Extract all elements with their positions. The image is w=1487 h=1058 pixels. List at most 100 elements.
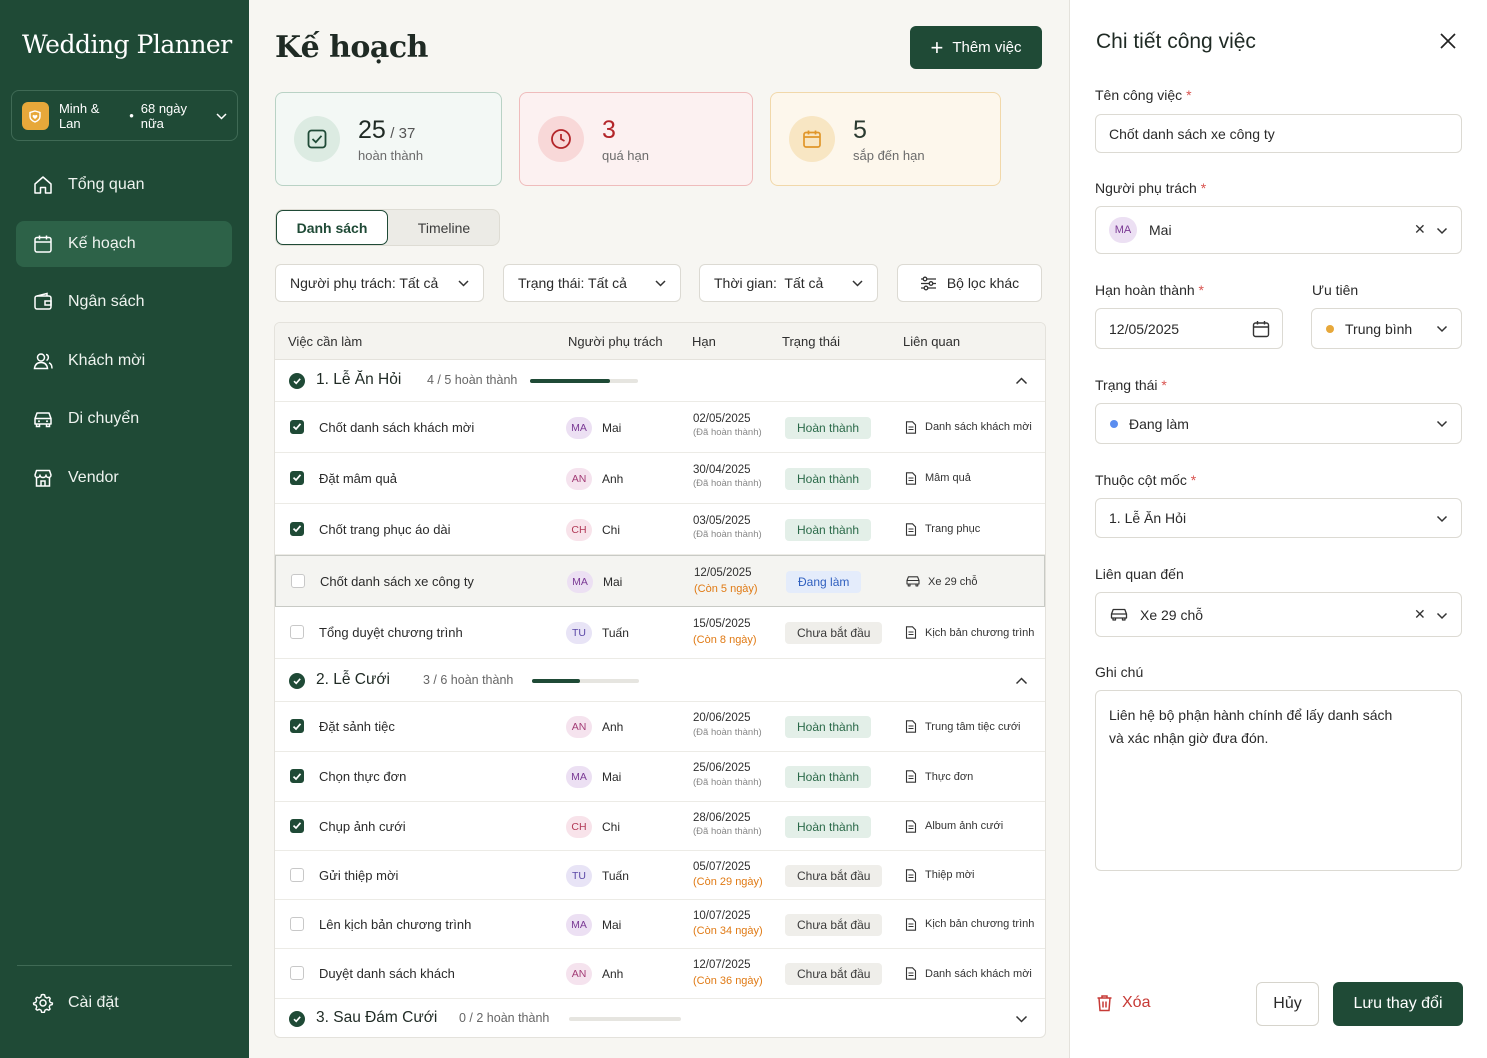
related-select[interactable]: Xe 29 chỗ ✕ — [1095, 592, 1462, 637]
task-checkbox[interactable] — [290, 470, 304, 485]
avatar: AN — [566, 716, 592, 738]
filter-status[interactable]: Trạng thái: Tất cả — [503, 264, 681, 302]
app-logo: Wedding Planner — [22, 30, 232, 59]
document-icon — [905, 917, 917, 931]
table-row[interactable]: Chốt trang phục áo dài CH Chi 03/05/2025 (Đã… — [275, 504, 1045, 555]
task-name: Chọn thực đơn — [319, 769, 407, 784]
due-date-input[interactable]: 12/05/2025 — [1095, 308, 1283, 349]
avatar: CH — [566, 815, 592, 838]
table-row[interactable]: Tổng duyệt chương trình TU Tuấn 15/05/2025 (… — [275, 607, 1045, 659]
task-checkbox[interactable] — [290, 521, 304, 536]
table-row[interactable]: Chốt danh sách xe công ty MA Mai 12/05/2025… — [275, 555, 1045, 607]
filter-more-button[interactable]: Bộ lọc khác — [897, 264, 1042, 302]
calendar-icon[interactable] — [1252, 320, 1270, 338]
filter-time[interactable]: Thời gian: Tất cả — [699, 264, 878, 302]
task-checkbox[interactable] — [290, 769, 304, 783]
tab-timeline[interactable]: Timeline — [388, 210, 500, 245]
chevron-down-icon[interactable] — [1015, 1012, 1028, 1026]
clear-icon[interactable]: ✕ — [1414, 221, 1426, 238]
sidebar-item-plan[interactable]: Kế hoạch — [16, 220, 232, 267]
related-link[interactable]: Danh sách khách mời — [905, 967, 1032, 980]
task-checkbox[interactable] — [290, 966, 304, 980]
priority-dot — [1326, 324, 1334, 333]
avatar: TU — [566, 864, 592, 887]
sidebar-item-transport[interactable]: Di chuyển — [16, 396, 232, 442]
task-checkbox[interactable] — [290, 719, 304, 733]
column-owner: Người phụ trách — [568, 334, 663, 349]
filter-owner[interactable]: Người phụ trách: Tất cả — [275, 264, 484, 302]
cancel-button[interactable]: Hủy — [1256, 982, 1319, 1026]
table-row[interactable]: Đặt sảnh tiệc AN Anh 20/06/2025 (Đã hoàn thà… — [275, 702, 1045, 752]
sidebar-item-budget[interactable]: Ngân sách — [16, 279, 232, 325]
table-row[interactable]: Đặt mâm quả AN Anh 30/04/2025 (Đã hoàn thành… — [275, 453, 1045, 504]
related-link[interactable]: Danh sách khách mời — [905, 420, 1032, 434]
task-checkbox[interactable] — [290, 818, 304, 833]
wedding-selector[interactable]: Minh & Lan • 68 ngày nữa — [11, 90, 238, 141]
column-due: Hạn — [692, 334, 716, 349]
related-link[interactable]: Mâm quả — [905, 471, 971, 485]
due-date-value: 25/06/2025 — [693, 762, 751, 774]
task-checkbox[interactable] — [290, 625, 304, 639]
related-link[interactable]: Xe 29 chỗ — [906, 575, 978, 588]
chevron-up-icon[interactable] — [1015, 674, 1028, 688]
table-row[interactable]: Duyệt danh sách khách AN Anh 12/07/2025 (Còn… — [275, 949, 1045, 999]
group-header[interactable]: 1. Lễ Ăn Hỏi 4 / 5 hoàn thành — [275, 360, 1045, 402]
task-checkbox[interactable] — [291, 574, 305, 588]
note-textarea[interactable]: Liên hệ bộ phận hành chính để lấy danh s… — [1095, 690, 1462, 871]
related-link[interactable]: Kịch bản chương trình — [905, 626, 1034, 639]
save-button[interactable]: Lưu thay đổi — [1333, 982, 1463, 1026]
sidebar-item-guests[interactable]: Khách mời — [16, 338, 232, 384]
add-task-label: Thêm việc — [952, 39, 1022, 56]
table-row[interactable]: Chọn thực đơn MA Mai 25/06/2025 (Đã hoàn thà… — [275, 752, 1045, 802]
group-header[interactable]: 2. Lễ Cưới 3 / 6 hoàn thành — [275, 659, 1045, 702]
status-select[interactable]: Đang làm — [1095, 403, 1462, 444]
status-badge: Hoàn thành — [785, 467, 872, 490]
related-link[interactable]: Kịch bản chương trình — [905, 917, 1034, 931]
owner-name: Mai — [602, 917, 622, 932]
related-link[interactable]: Thiệp mời — [905, 868, 975, 882]
table-row[interactable]: Lên kịch bản chương trình MA Mai 10/07/2025… — [275, 900, 1045, 949]
related-text: Thiệp mời — [925, 869, 975, 881]
priority-select[interactable]: Trung bình — [1311, 308, 1462, 349]
tab-list[interactable]: Danh sách — [276, 210, 388, 245]
sidebar-item-settings[interactable]: Cài đặt — [32, 981, 119, 1025]
avatar: MA — [567, 571, 593, 593]
table-row[interactable]: Chụp ảnh cưới CH Chi 28/06/2025 (Đã hoàn thà… — [275, 802, 1045, 851]
task-checkbox[interactable] — [290, 916, 304, 931]
task-name: Lên kịch bản chương trình — [319, 916, 472, 932]
add-task-button[interactable]: + Thêm việc — [910, 26, 1042, 69]
delete-button[interactable]: Xóa — [1096, 994, 1150, 1012]
sidebar-item-overview[interactable]: Tổng quan — [16, 162, 232, 208]
document-icon — [905, 522, 917, 536]
chevron-up-icon[interactable] — [1015, 374, 1028, 388]
close-icon[interactable] — [1438, 31, 1458, 51]
task-checkbox[interactable] — [290, 867, 304, 882]
group-header[interactable]: 3. Sau Đám Cưới 0 / 2 hoàn thành — [275, 999, 1045, 1037]
milestone-select[interactable]: 1. Lễ Ăn Hỏi — [1095, 498, 1462, 538]
table-header: Việc cần làm Người phụ trách Hạn Trạng t… — [275, 323, 1045, 360]
sidebar-item-vendor[interactable]: Vendor — [16, 455, 232, 501]
related-link[interactable]: Album ảnh cưới — [905, 819, 1003, 833]
column-task: Việc cần làm — [288, 334, 363, 349]
table-row[interactable]: Chốt danh sách khách mời MA Mai 02/05/2025 (… — [275, 402, 1045, 453]
clear-icon[interactable]: ✕ — [1414, 606, 1426, 623]
due-date: 10/07/2025 (Còn 34 ngày) — [693, 909, 763, 939]
label-text: Thuộc cột mốc — [1095, 472, 1187, 488]
car-icon — [1110, 608, 1128, 621]
due-note: (Đã hoàn thành) — [693, 478, 762, 490]
related-link[interactable]: Trung tâm tiệc cưới — [905, 720, 1020, 733]
sidebar-item-label: Tổng quan — [68, 176, 145, 193]
table-row[interactable]: Gửi thiệp mời TU Tuấn 05/07/2025 (Còn 29 ngà… — [275, 851, 1045, 900]
related-link[interactable]: Thực đơn — [905, 770, 973, 783]
task-checkbox[interactable] — [290, 419, 304, 434]
status-badge: Chưa bắt đầu — [785, 963, 883, 985]
related-link[interactable]: Trang phục — [905, 522, 980, 536]
owner-select[interactable]: MA Mai ✕ — [1095, 206, 1462, 254]
owner-name: Anh — [602, 967, 624, 981]
task-name-input[interactable]: Chốt danh sách xe công ty — [1095, 114, 1462, 153]
group-progress-bar — [569, 1017, 681, 1021]
due-date-value: 15/05/2025 — [693, 618, 751, 630]
priority-label: Ưu tiên — [1312, 282, 1359, 298]
task-name: Đặt sảnh tiệc — [319, 719, 395, 734]
group-progress-text: 0 / 2 hoàn thành — [459, 1011, 550, 1025]
